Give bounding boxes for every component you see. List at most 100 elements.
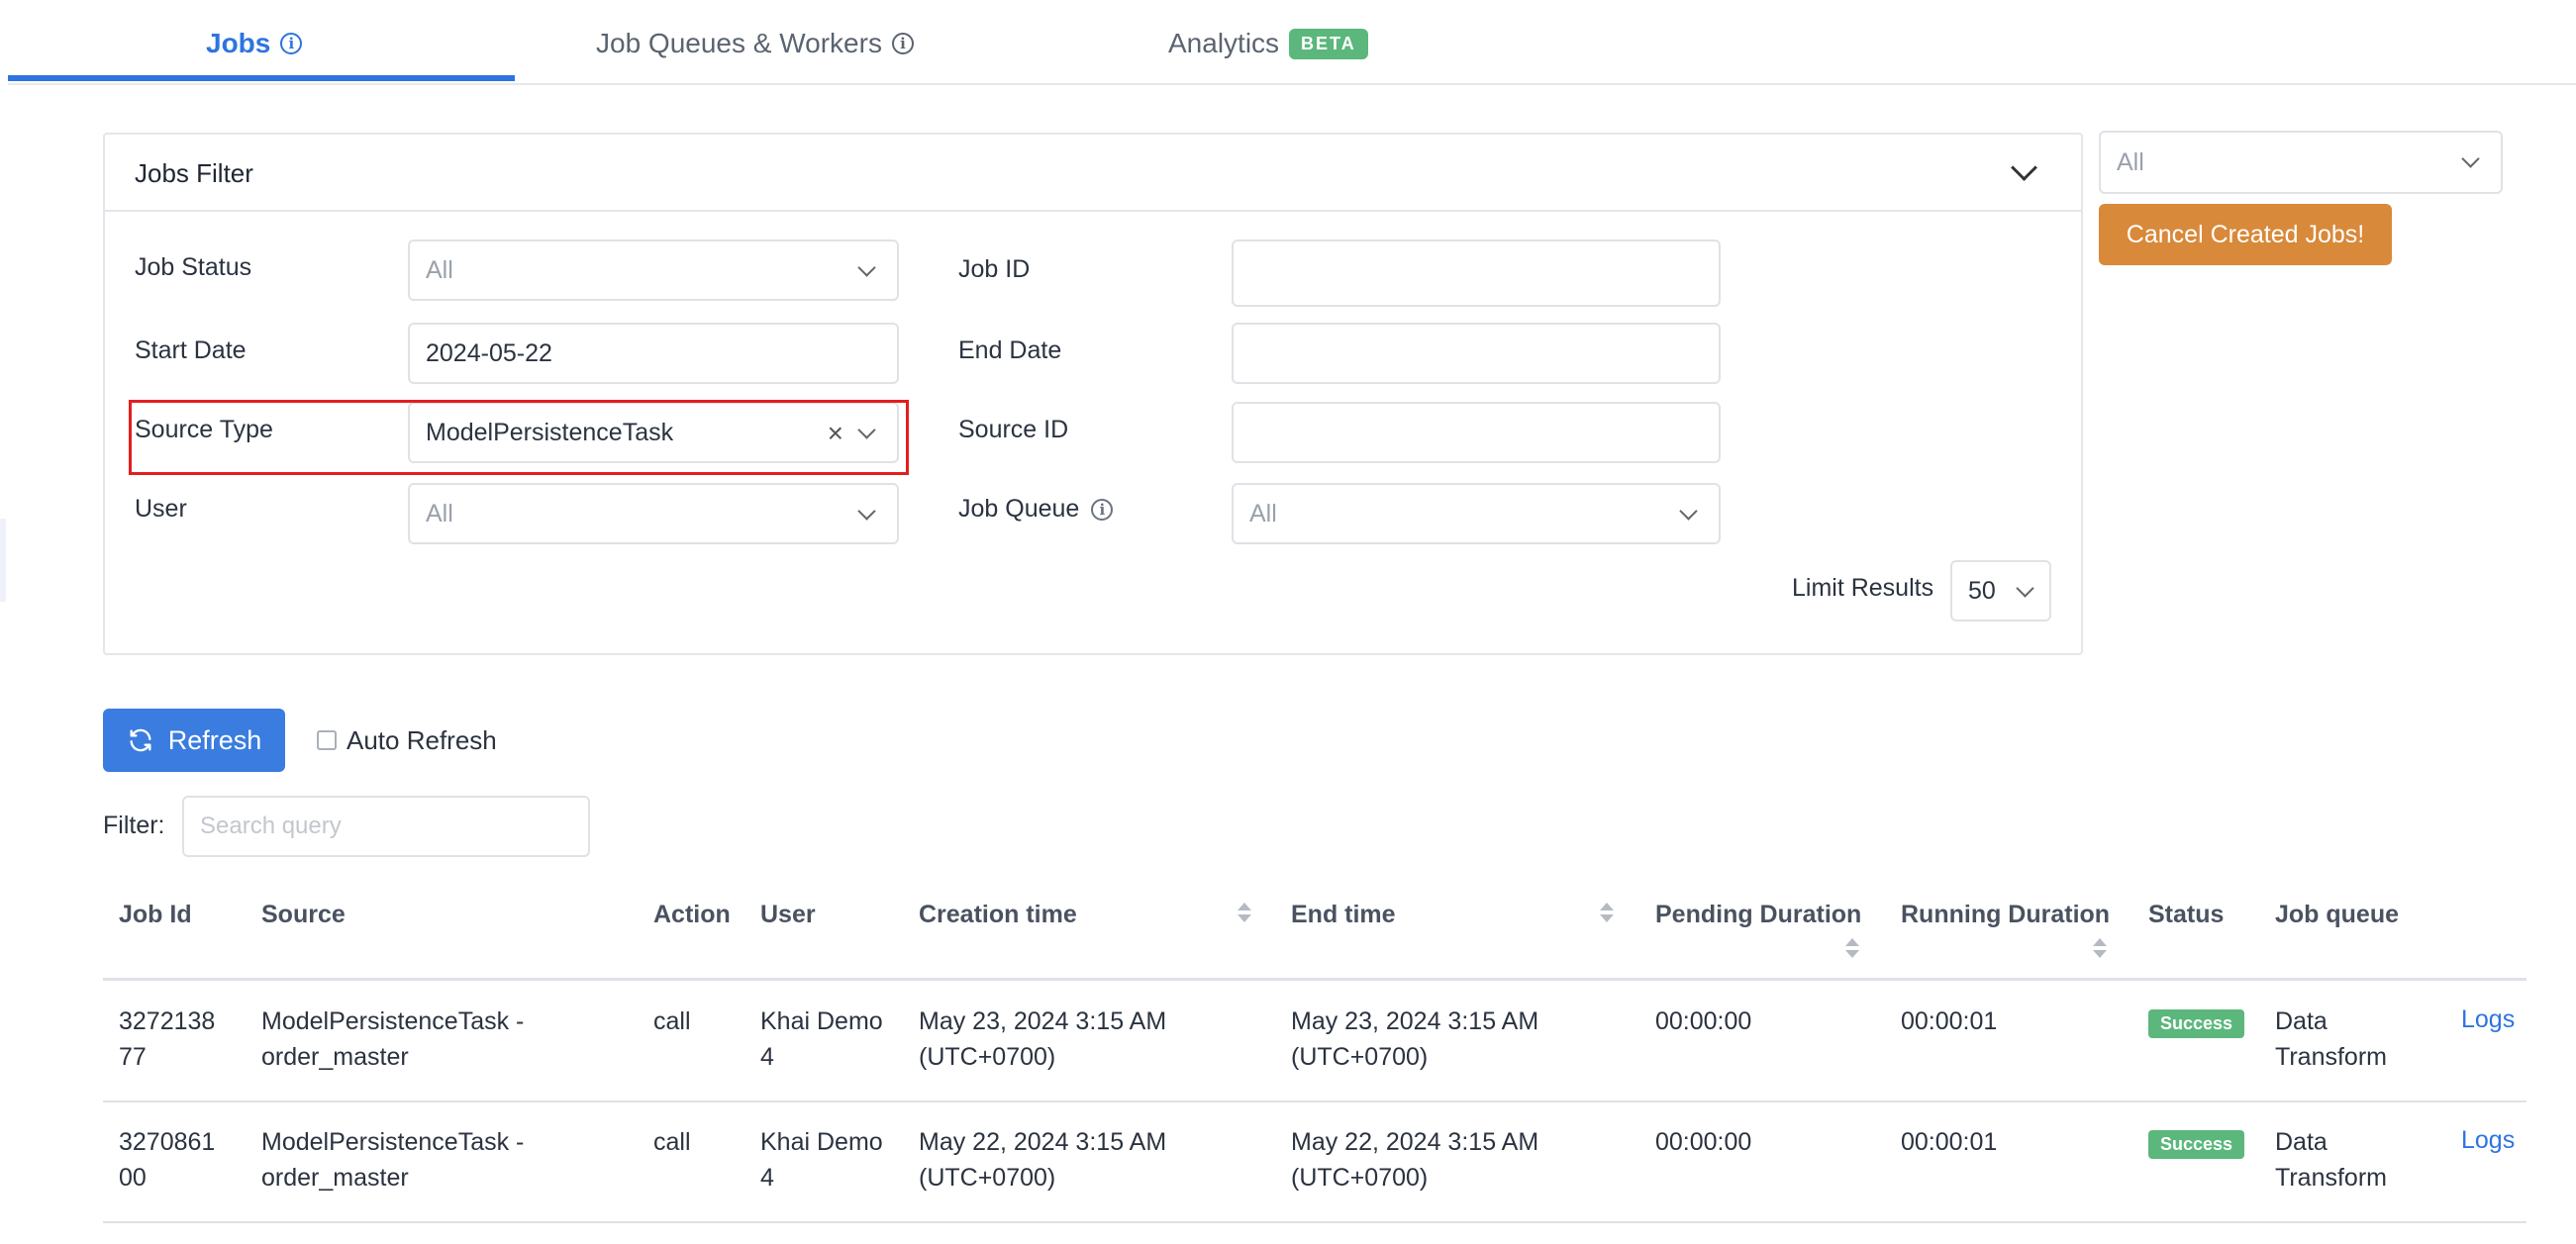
start-date-input[interactable]: 2024-05-22 [408,323,899,384]
job-status-value: All [426,255,453,284]
column-header-pending-duration[interactable]: Pending Duration [1655,901,1861,929]
jobs-filter-header[interactable]: Jobs Filter [105,135,2081,212]
job-status-label: Job Status [135,253,252,281]
cancel-created-jobs-button[interactable]: Cancel Created Jobs! [2099,204,2392,265]
table-header-divider [103,978,2526,981]
chevron-down-icon [1679,502,1698,521]
user-value: All [426,499,453,527]
cell-running-duration: 00:00:01 [1901,1007,1998,1035]
chevron-down-icon [2016,579,2034,598]
limit-results-label: Limit Results [1792,574,1934,602]
cell-running-duration: 00:00:01 [1901,1128,1998,1156]
limit-results-value: 50 [1968,576,1996,605]
sort-icon[interactable] [2093,950,2107,958]
chevron-down-icon [857,258,876,277]
info-icon[interactable]: i [1091,498,1114,521]
left-edge-indicator [0,519,6,602]
auto-refresh-label: Auto Refresh [347,725,497,755]
auto-refresh-checkbox[interactable] [317,730,337,750]
cell-pending-duration: 00:00:00 [1655,1128,1752,1156]
cell-action: call [653,1128,691,1156]
sort-icon[interactable] [1845,938,1859,946]
search-placeholder: Search query [200,813,342,839]
chevron-down-icon[interactable] [2011,154,2037,181]
job-queue-select[interactable]: All [1232,483,1721,544]
user-label: User [135,495,187,523]
tab-jobs-label: Jobs [206,28,271,58]
search-input[interactable]: Search query [182,796,590,857]
limit-results-select[interactable]: 50 [1950,560,2051,622]
sort-icon[interactable] [1238,903,1251,910]
sort-icon[interactable] [1600,914,1614,922]
active-tab-underline [8,75,515,81]
sort-icon[interactable] [2093,938,2107,946]
job-queue-value: All [1249,499,1277,527]
cell-source: ModelPersistenceTask - order_master [261,1007,525,1071]
end-date-input[interactable] [1232,323,1721,384]
jobs-filter-panel: Jobs Filter [103,133,2083,655]
right-select[interactable]: All [2099,131,2503,194]
cell-user: Khai Demo 4 [760,1007,883,1071]
tab-analytics-label: Analytics [1168,28,1280,58]
job-queue-label: Job Queue [958,495,1080,523]
cell-pending-duration: 00:00:00 [1655,1007,1752,1035]
column-header-action: Action [653,901,731,928]
cell-source: ModelPersistenceTask - order_master [261,1128,525,1192]
column-header-job-queue: Job queue [2275,901,2400,928]
beta-badge: BETA [1289,28,1368,59]
column-header-creation-time[interactable]: Creation time [919,901,1077,929]
source-id-input[interactable] [1232,402,1721,463]
sort-icon[interactable] [1845,950,1859,958]
logs-link[interactable]: Logs [2461,1005,2515,1034]
tab-bar: Jobs i Job Queues & Workers i Analytics … [8,0,2576,85]
column-header-user: User [760,901,816,928]
column-header-source: Source [261,901,346,928]
status-badge: Success [2148,1009,2245,1038]
cell-job-id: 3270861 00 [119,1128,216,1192]
status-badge: Success [2148,1130,2245,1159]
jobs-filter-title: Jobs Filter [135,158,253,188]
start-date-value: 2024-05-22 [426,338,552,367]
tab-job-queues-label: Job Queues & Workers [596,28,882,58]
refresh-label: Refresh [167,724,262,755]
cell-user: Khai Demo 4 [760,1128,883,1192]
cell-end-time: May 23, 2024 3:15 AM (UTC+0700) [1291,1007,1539,1071]
user-select[interactable]: All [408,483,899,544]
right-select-value: All [2117,147,2144,176]
cancel-created-jobs-label: Cancel Created Jobs! [2126,220,2365,248]
sort-icon[interactable] [1238,914,1251,922]
info-icon[interactable]: i [891,33,914,54]
cell-creation-time: May 22, 2024 3:15 AM (UTC+0700) [919,1128,1167,1192]
cell-action: call [653,1007,691,1035]
info-icon[interactable]: i [280,33,303,54]
tab-jobs[interactable]: Jobs i [206,28,303,59]
cell-creation-time: May 23, 2024 3:15 AM (UTC+0700) [919,1007,1167,1071]
row-divider [103,1221,2526,1223]
source-type-highlight-box [129,400,909,475]
job-id-label: Job ID [958,255,1031,283]
column-header-job-id: Job Id [119,901,192,928]
source-id-label: Source ID [958,416,1069,443]
refresh-icon [130,728,151,752]
chevron-down-icon [2461,149,2480,168]
cell-end-time: May 22, 2024 3:15 AM (UTC+0700) [1291,1128,1539,1192]
chevron-down-icon [857,502,876,521]
column-header-end-time[interactable]: End time [1291,901,1396,929]
refresh-button[interactable]: Refresh [103,709,285,772]
cell-job-id: 3272138 77 [119,1007,216,1071]
cell-job-queue: Data Transform [2275,1007,2387,1071]
job-queue-label-group: Job Queue i [958,495,1114,524]
column-header-running-duration[interactable]: Running Duration [1901,901,2110,929]
tab-job-queues-workers[interactable]: Job Queues & Workers i [596,28,914,59]
filter-label: Filter: [103,812,165,839]
cell-job-queue: Data Transform [2275,1128,2387,1192]
job-status-select[interactable]: All [408,239,899,301]
tab-analytics[interactable]: Analytics BETA [1168,28,1368,59]
logs-link[interactable]: Logs [2461,1126,2515,1155]
sort-icon[interactable] [1600,903,1614,910]
job-id-input[interactable] [1232,239,1721,307]
row-divider [103,1100,2526,1102]
end-date-label: End Date [958,336,1062,364]
start-date-label: Start Date [135,336,247,364]
column-header-status: Status [2148,901,2225,928]
